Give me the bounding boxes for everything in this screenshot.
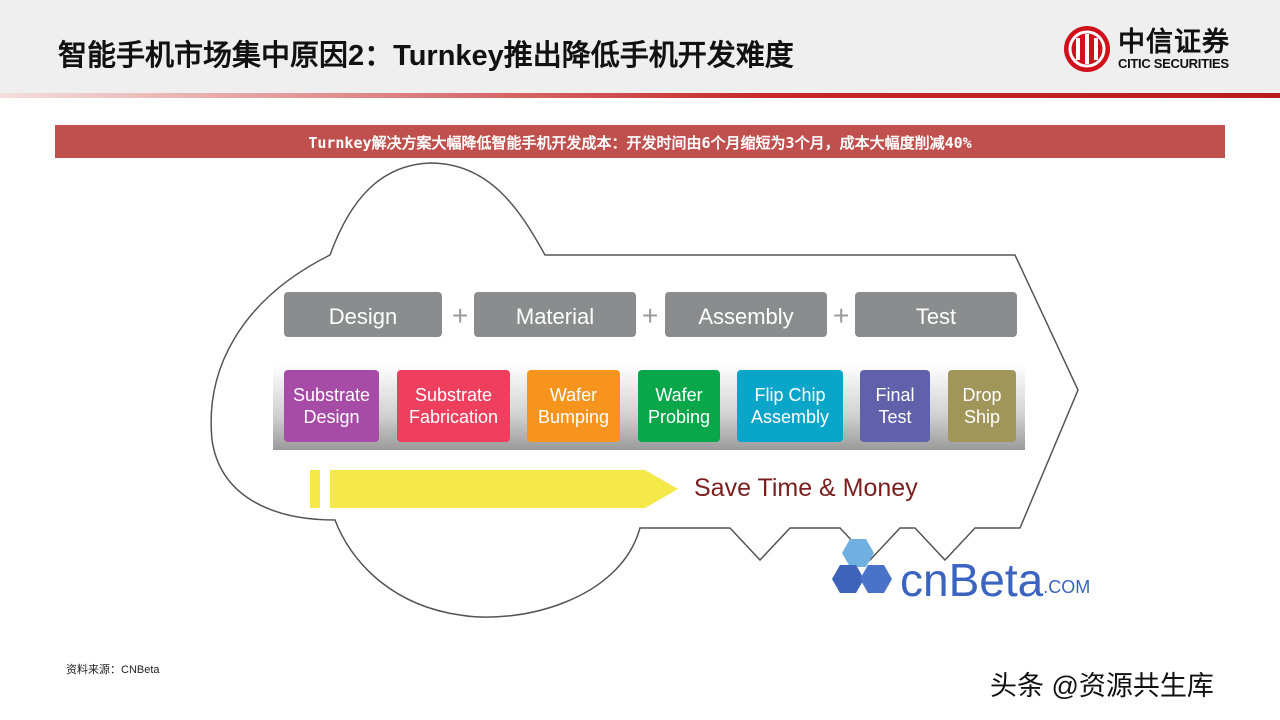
cnbeta-logo: cnBeta .COM <box>830 535 1090 607</box>
plus: + <box>833 300 850 331</box>
arrow <box>330 470 678 508</box>
phase-assembly: Assembly <box>665 292 827 337</box>
phase-design: Design <box>284 292 442 337</box>
arrow-tail <box>310 470 320 508</box>
step-drop-ship: Drop Ship <box>948 370 1016 442</box>
phase-material: Material <box>474 292 636 337</box>
step-wafer-probing: Wafer Probing <box>638 370 720 442</box>
step-wafer-bumping: Wafer Bumping <box>527 370 620 442</box>
key-outline <box>210 162 1079 618</box>
save-label: Save Time & Money <box>694 474 918 502</box>
step-substrate-fabrication: Substrate Fabrication <box>397 370 510 442</box>
step-flip-chip-assembly: Flip Chip Assembly <box>737 370 843 442</box>
step-final-test: Final Test <box>860 370 930 442</box>
cnbeta-text: cnBeta <box>900 554 1044 606</box>
plus: + <box>642 300 659 331</box>
cnbeta-hex-icon <box>832 539 892 593</box>
cnbeta-suffix: .COM <box>1043 577 1091 597</box>
plus: + <box>452 300 469 331</box>
watermark: 头条 @资源共生库 <box>990 671 1214 701</box>
phase-test: Test <box>855 292 1017 337</box>
step-substrate-design: Substrate Design <box>284 370 379 442</box>
source-note: 资料来源：CNBeta <box>66 664 160 676</box>
